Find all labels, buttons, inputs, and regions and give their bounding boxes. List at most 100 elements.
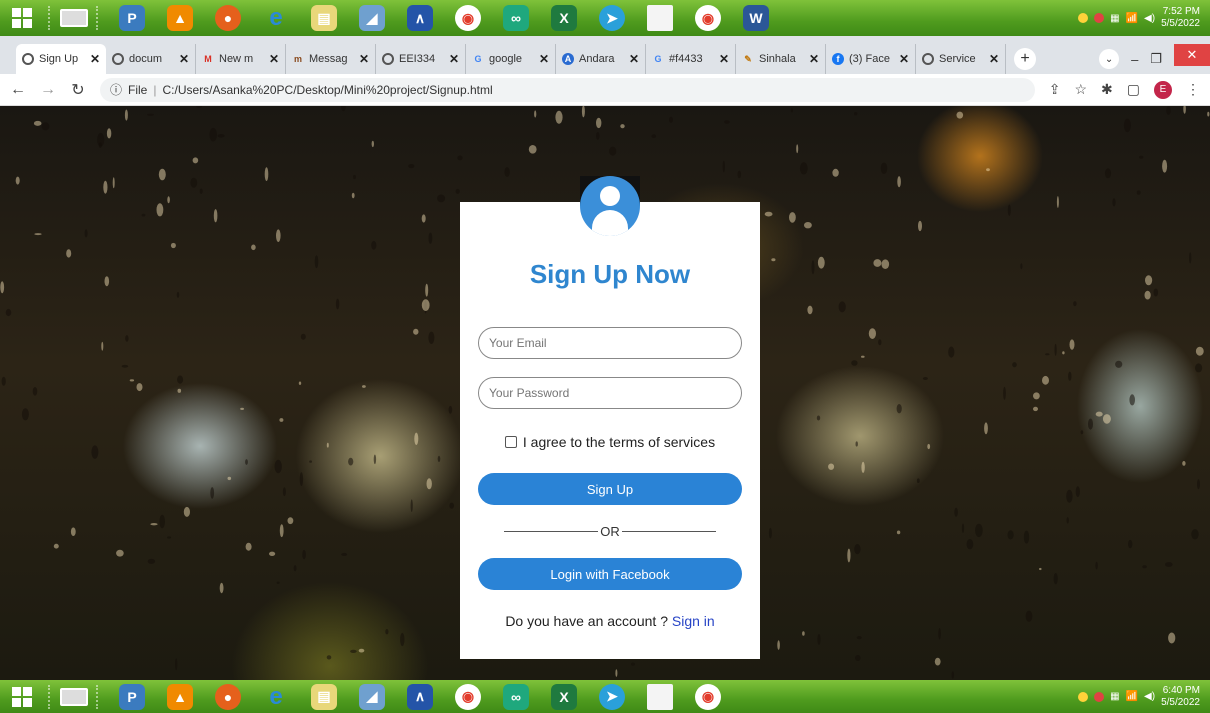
vlc-icon[interactable]: ▲ [167,683,193,710]
tray-app-icon[interactable] [1094,13,1105,23]
tab-messages[interactable]: m Messag ✕ [286,44,376,74]
terms-label: I agree to the terms of services [522,434,716,450]
tab-eei334[interactable]: EEI334 ✕ [376,44,466,74]
feather-icon: ✎ [744,53,752,64]
taskbar-divider [48,6,52,30]
forward-icon[interactable]: → [40,81,56,99]
close-icon[interactable]: ✕ [539,52,549,66]
internet-explorer-icon[interactable]: e [263,683,289,710]
python-icon[interactable]: P [119,683,145,710]
close-icon[interactable]: ✕ [449,52,459,66]
taskbar-divider [48,684,52,709]
tab-label: Service [939,53,976,65]
reload-icon[interactable]: ↻ [70,80,86,100]
keyboard-icon[interactable] [60,687,88,706]
tab-sinhala[interactable]: ✎ Sinhala ✕ [736,44,826,74]
close-icon[interactable]: ✕ [179,52,189,66]
internet-explorer-icon[interactable]: e [263,4,289,31]
new-tab-button[interactable]: + [1014,48,1036,70]
word-icon[interactable]: W [743,5,769,31]
browser-tab-strip: Sign Up ✕ docum ✕ M New m ✕ m Messag ✕ E… [0,36,1210,74]
or-label: OR [600,524,620,539]
file-explorer-icon[interactable]: ▤ [311,683,337,710]
file-explorer-icon[interactable]: ▤ [311,5,337,31]
andara-icon: A [562,53,574,65]
tab-google[interactable]: G google ✕ [466,44,556,74]
info-icon[interactable]: ⓘ [110,81,122,98]
address-bar[interactable]: ⓘ File | C:/Users/Asanka%20PC/Desktop/Mi… [100,77,1035,102]
document-icon[interactable] [647,683,673,710]
close-icon[interactable]: ✕ [899,52,909,66]
divider-line [504,531,599,532]
chrome-icon[interactable]: ◉ [455,683,481,710]
close-icon[interactable]: ✕ [719,52,729,66]
clock[interactable]: 7:52 PM 5/5/2022 [1161,6,1200,30]
more-menu-icon[interactable]: ⋮ [1186,81,1200,98]
excel-icon[interactable]: X [551,683,577,710]
start-button[interactable] [4,3,40,33]
close-icon[interactable]: ✕ [629,52,639,66]
terms-checkbox[interactable] [504,436,517,448]
keyboard-icon[interactable] [60,9,88,27]
restore-icon[interactable]: ❐ [1150,51,1162,67]
profile-avatar[interactable]: E [1154,80,1172,99]
arduino-icon[interactable]: ∞ [503,683,529,710]
tab-docum[interactable]: docum ✕ [106,44,196,74]
email-field[interactable] [478,327,742,359]
clock[interactable]: 6:40 PM 5/5/2022 [1161,685,1200,709]
app-icon[interactable]: ◢ [359,5,385,31]
bookmark-star-icon[interactable]: ☆ [1074,81,1087,98]
signal-icon[interactable]: 📶 [1126,691,1138,702]
chrome-profile-icon[interactable]: ◉ [695,683,721,710]
app-icon[interactable]: ◢ [359,683,385,710]
excel-icon[interactable]: X [551,5,577,31]
chrome-icon[interactable]: ◉ [455,5,481,31]
close-icon[interactable]: ✕ [359,52,369,66]
signal-icon[interactable]: 📶 [1126,13,1138,24]
tab-sign-up[interactable]: Sign Up ✕ [16,44,106,74]
volume-icon[interactable]: ◀) [1144,691,1155,702]
signin-link[interactable]: Sign in [672,613,715,629]
tab-facebook[interactable]: f (3) Face ✕ [826,44,916,74]
side-panel-icon[interactable]: ▢ [1127,81,1140,98]
network-icon[interactable]: ▦ [1110,13,1119,24]
python-icon[interactable]: P [119,5,145,31]
arduino-icon[interactable]: ∞ [503,5,529,31]
telegram-icon[interactable]: ➤ [599,683,625,710]
telegram-icon[interactable]: ➤ [599,5,625,31]
tab-color-search[interactable]: G #f4433 ✕ [646,44,736,74]
tab-search-icon[interactable]: ⌄ [1099,49,1120,69]
start-button[interactable] [4,682,40,712]
facebook-login-button[interactable]: Login with Facebook [478,558,742,590]
window-close-button[interactable]: ✕ [1174,44,1210,66]
back-icon[interactable]: ← [10,81,26,99]
extensions-icon[interactable]: ✱ [1101,81,1113,98]
volume-icon[interactable]: ◀) [1144,13,1155,24]
signup-button[interactable]: Sign Up [478,473,742,505]
tab-service[interactable]: Service ✕ [916,44,1006,74]
account-prompt: Do you have an account ? Sign in [460,613,760,629]
vlc-icon[interactable]: ▲ [167,5,193,31]
matlab-icon[interactable]: ∧ [407,683,433,710]
minimize-icon[interactable]: – [1131,52,1138,67]
close-icon[interactable]: ✕ [269,52,279,66]
share-icon[interactable]: ⇪ [1049,81,1061,98]
signup-card: Sign Up Now I agree to the terms of serv… [460,176,760,659]
close-icon[interactable]: ✕ [90,52,100,66]
tab-new-mail[interactable]: M New m ✕ [196,44,286,74]
url-text: C:/Users/Asanka%20PC/Desktop/Mini%20proj… [162,82,493,97]
document-icon[interactable] [647,5,673,31]
matlab-icon[interactable]: ∧ [407,5,433,31]
chrome-profile-icon[interactable]: ◉ [695,5,721,31]
password-field[interactable] [478,377,742,409]
firefox-icon[interactable]: ● [215,5,241,31]
tray-app-icon[interactable] [1078,13,1089,23]
close-icon[interactable]: ✕ [809,52,819,66]
firefox-icon[interactable]: ● [215,683,241,710]
tray-app-icon[interactable] [1094,691,1105,702]
tray-app-icon[interactable] [1078,691,1089,702]
close-icon[interactable]: ✕ [989,52,999,66]
network-icon[interactable]: ▦ [1110,691,1119,702]
taskbar-top: P ▲ ● e ▤ ◢ ∧ ◉ ∞ X ➤ ◉ W ▦ 📶 ◀) 7:52 PM… [0,0,1210,36]
tab-andara[interactable]: A Andara ✕ [556,44,646,74]
